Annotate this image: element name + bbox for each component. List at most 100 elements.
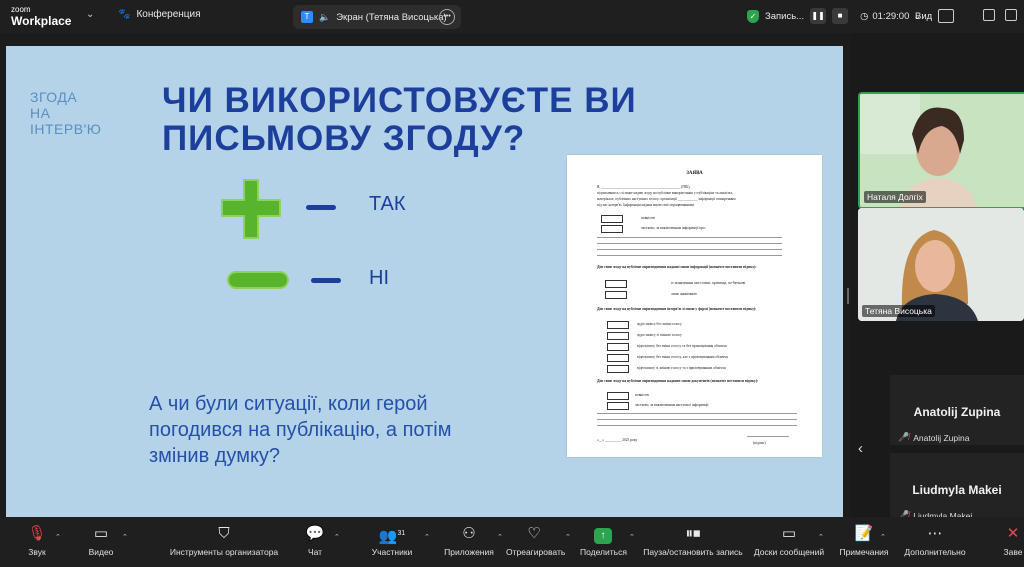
end-label: Заве bbox=[1003, 547, 1023, 557]
host-tools-label: Инструменты организатора bbox=[169, 547, 279, 557]
participant-name: Anatolij Zupina bbox=[913, 432, 970, 443]
apps-button[interactable]: ⚇ Приложения bbox=[443, 523, 495, 557]
paw-icon: 🐾 bbox=[118, 9, 131, 20]
video-tile[interactable]: Наталя Долгіх bbox=[858, 92, 1024, 209]
pause-record-button[interactable]: ❚❚ bbox=[810, 8, 827, 24]
checkbox bbox=[607, 332, 629, 340]
video-button[interactable]: ▭ Видео bbox=[84, 523, 118, 557]
end-button[interactable]: ✕ Заве bbox=[1002, 523, 1024, 557]
doc-rule bbox=[597, 419, 797, 420]
checkbox bbox=[605, 291, 627, 299]
doc-option: частково, за виключенням наступної інфор… bbox=[635, 403, 710, 407]
participant-label: 🎤̸ Anatolij Zupina bbox=[898, 432, 969, 443]
recording-status: ✓ Запись... ❚❚ ■ ◷ 01:29:00 ⌄ bbox=[747, 6, 921, 26]
question-line: змінив думку? bbox=[149, 445, 281, 467]
doc-date: «__» _________ 2023 року bbox=[597, 438, 638, 442]
host-tools-button[interactable]: ⛉ Инструменты организатора bbox=[168, 523, 280, 557]
whiteboard-icon: ▭ bbox=[781, 525, 797, 542]
chevron-up-icon[interactable]: ⌃ bbox=[497, 533, 503, 541]
doc-option: відеозапису зі зміною голосу та з прихов… bbox=[637, 366, 726, 370]
stop-record-button[interactable]: ■ bbox=[832, 8, 849, 24]
heart-icon: ♡ bbox=[527, 525, 541, 542]
chevron-up-icon[interactable]: ⌃ bbox=[629, 533, 635, 541]
participant-name: Тетяна Висоцька bbox=[862, 305, 935, 317]
doc-option: із зазначенням мого імені, прізвища, по-… bbox=[671, 281, 746, 285]
top-bar: zoom Workplace ⌄ 🐾 Конференция T 🔈 Экран… bbox=[0, 0, 1024, 33]
shield-icon: ✓ bbox=[747, 9, 759, 23]
checkbox bbox=[607, 343, 629, 351]
logo-line2: Workplace bbox=[11, 14, 72, 28]
meeting-label: Конференция bbox=[136, 9, 201, 20]
title-line: ПИСЬМОВУ ЗГОДУ? bbox=[162, 119, 526, 158]
pause-record-label: Пауза/остановить запись bbox=[643, 547, 743, 557]
screen-share-tab[interactable]: T 🔈 Экран (Тетяна Висоцька) ••• bbox=[293, 5, 461, 29]
participant-display-name: Anatolij Zupina bbox=[913, 405, 1001, 419]
slide-title: ЧИ ВИКОРИСТОВУЄТЕ ВИ ПИСЬМОВУ ЗГОДУ? bbox=[162, 82, 637, 158]
doc-option: повністю bbox=[641, 216, 656, 220]
participants-button[interactable]: 👥31 Участники bbox=[370, 523, 414, 557]
doc-option: аудіо запису без зміни голосу bbox=[637, 322, 682, 326]
meeting-timer[interactable]: ◷ 01:29:00 ⌄ bbox=[860, 11, 921, 22]
view-label: Вид bbox=[915, 10, 933, 22]
more-icon[interactable]: ••• bbox=[439, 9, 455, 25]
slide-question: А чи були ситуації, коли герой погодився… bbox=[149, 391, 451, 469]
chevron-up-icon[interactable]: ⌃ bbox=[880, 533, 886, 541]
more-icon: ⋯ bbox=[927, 525, 943, 542]
title-line: ЧИ ВИКОРИСТОВУЄТЕ ВИ bbox=[162, 81, 637, 120]
no-label: НІ bbox=[369, 267, 389, 289]
minus-icon bbox=[227, 271, 289, 289]
participant-tile[interactable]: Liudmyla Makei 🎤̸ Liudmyla Makei bbox=[890, 453, 1024, 523]
share-icon: ↑ bbox=[580, 523, 626, 545]
more-label: Дополнительно bbox=[904, 547, 966, 557]
panel-resize-handle[interactable] bbox=[847, 288, 849, 304]
doc-option: повністю bbox=[635, 393, 650, 397]
checkbox bbox=[607, 365, 629, 373]
dash-icon bbox=[311, 278, 341, 283]
mic-muted-icon: 🎤̸ bbox=[898, 432, 910, 442]
apps-icon: ⚇ bbox=[462, 525, 476, 542]
shield-icon: ⛉ bbox=[218, 525, 230, 542]
chevron-up-icon[interactable]: ⌃ bbox=[334, 533, 340, 541]
participants-count: 31 bbox=[397, 530, 406, 537]
doc-rule bbox=[597, 425, 797, 426]
participants-label: Участники bbox=[371, 547, 413, 557]
fullscreen-icon[interactable] bbox=[1005, 9, 1017, 21]
doc-rule bbox=[597, 237, 782, 238]
doc-option: відеозапису без зміни голосу, але з прих… bbox=[637, 355, 728, 359]
whiteboards-button[interactable]: ▭ Доски сообщений bbox=[752, 523, 826, 557]
chevron-up-icon[interactable]: ⌃ bbox=[55, 533, 61, 541]
mic-muted-icon: 🎙 bbox=[27, 525, 47, 542]
participant-display-name: Liudmyla Makei bbox=[912, 483, 1002, 497]
chevron-left-icon[interactable]: ‹ bbox=[858, 440, 863, 457]
doc-option: лише анонімною bbox=[671, 292, 697, 296]
tab-title: Экран (Тетяна Висоцька) bbox=[336, 11, 447, 23]
meeting-toolbar: 🎙 Звук ⌃ ▭ Видео ⌃ ⛉ Инструменты организ… bbox=[0, 517, 1024, 567]
meeting-tab[interactable]: 🐾 Конференция bbox=[118, 9, 201, 20]
react-button[interactable]: ♡ Отреагировать bbox=[506, 523, 566, 557]
section-line: ЗГОДА bbox=[30, 89, 78, 105]
video-tile[interactable]: Тетяна Висоцька bbox=[858, 208, 1024, 321]
chevron-up-icon[interactable]: ⌃ bbox=[565, 533, 571, 541]
participants-icon: 👥31 bbox=[378, 528, 406, 545]
speaker-icon: 🔈 bbox=[319, 11, 331, 22]
react-label: Отреагировать bbox=[506, 547, 566, 557]
pause-record-button[interactable]: ⏸⏹ Пауза/остановить запись bbox=[642, 523, 744, 557]
doc-option: частково, за виключенням інформації про: bbox=[641, 226, 706, 230]
chevron-up-icon[interactable]: ⌃ bbox=[122, 533, 128, 541]
section-line: ІНТЕРВ'Ю bbox=[30, 121, 102, 137]
zoom-logo[interactable]: zoom Workplace bbox=[11, 5, 71, 27]
minimize-icon[interactable] bbox=[983, 9, 995, 21]
document-heading: ЗАЯВА bbox=[686, 171, 703, 176]
question-line: погодився на публікацію, а потім bbox=[149, 419, 452, 441]
view-button[interactable]: Вид bbox=[915, 7, 955, 25]
participant-tile[interactable]: Anatolij Zupina 🎤̸ Anatolij Zupina bbox=[890, 375, 1024, 445]
chevron-up-icon[interactable]: ⌃ bbox=[818, 533, 824, 541]
chevron-down-icon[interactable]: ⌄ bbox=[86, 9, 94, 20]
audio-button[interactable]: 🎙 Звук bbox=[22, 523, 52, 557]
more-button[interactable]: ⋯ Дополнительно bbox=[902, 523, 968, 557]
chat-button[interactable]: 💬 Чат bbox=[301, 523, 329, 557]
clock-icon: ◷ bbox=[860, 10, 869, 22]
share-button[interactable]: ↑ Поделиться bbox=[580, 523, 627, 557]
chevron-up-icon[interactable]: ⌃ bbox=[424, 533, 430, 541]
doc-rule bbox=[597, 249, 782, 250]
